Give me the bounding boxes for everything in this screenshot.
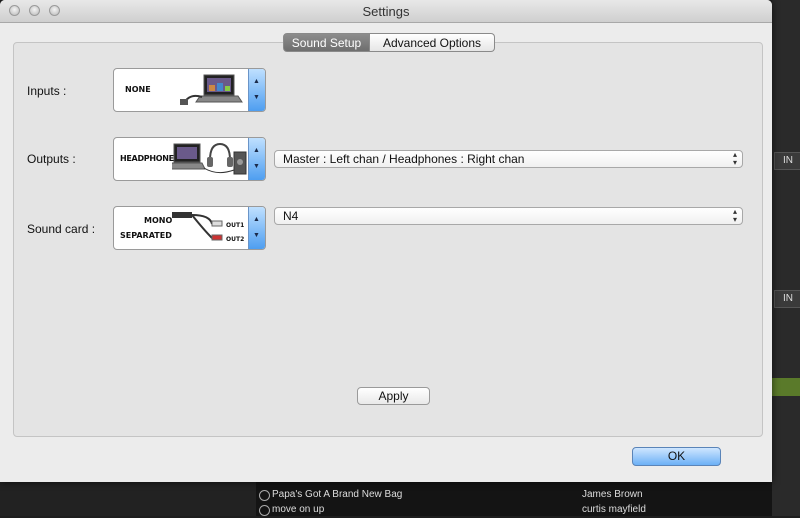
output-routing-value: Master : Left chan / Headphones : Right … [283, 152, 525, 166]
rca-cable-icon [172, 212, 223, 241]
outputs-stepper[interactable]: ▲ ▼ [248, 138, 265, 180]
select-arrows-icon: ▴ ▾ [732, 207, 737, 224]
out2-label: OUT2 [226, 236, 245, 243]
sound-card-picker-label-2: SEPARATED [120, 231, 172, 240]
cd-icon [259, 505, 270, 516]
apply-button[interactable]: Apply [357, 387, 430, 405]
laptop-icon [180, 74, 243, 105]
sound-card-value: N4 [283, 209, 299, 223]
inputs-stepper[interactable]: ▲ ▼ [248, 69, 265, 111]
chevron-up-icon[interactable]: ▲ [253, 78, 260, 85]
headphones-laptop-icon [172, 142, 247, 175]
ok-button[interactable]: OK [632, 447, 721, 466]
outputs-picker-label: HEADPHONES [120, 154, 180, 163]
outputs-label: Outputs : [27, 152, 76, 166]
chevron-down-icon[interactable]: ▼ [253, 163, 260, 170]
track-row[interactable]: Papa's Got A Brand New Bag James Brown [256, 489, 772, 503]
title-bar[interactable]: Settings [0, 0, 772, 23]
out1-label: OUT1 [226, 222, 245, 229]
sound-card-stepper[interactable]: ▲ ▼ [248, 207, 265, 249]
background-side-panel [772, 0, 800, 516]
tab-sound-setup[interactable]: Sound Setup [283, 33, 370, 52]
cd-icon [259, 490, 270, 501]
chevron-up-icon[interactable]: ▲ [253, 216, 260, 223]
background-level-meter [772, 378, 800, 396]
background-track-list: Papa's Got A Brand New Bag James Brown m… [256, 478, 772, 516]
sound-card-picker-label-1: MONO [144, 216, 173, 225]
settings-window: Settings Sound Setup Advanced Options In… [0, 0, 772, 482]
background-in-button-1[interactable]: IN [774, 152, 800, 170]
track-artist: curtis mayfield [582, 504, 646, 515]
sound-card-picker[interactable]: MONO SEPARATED OUT1 OUT2 ▲ ▼ [113, 206, 266, 250]
sound-card-select[interactable]: N4 ▴ ▾ [274, 207, 743, 225]
chevron-up-icon[interactable]: ▲ [253, 147, 260, 154]
track-title: Papa's Got A Brand New Bag [272, 489, 403, 500]
window-title: Settings [362, 4, 410, 19]
inputs-picker[interactable]: NONE ▲ ▼ [113, 68, 266, 112]
chevron-down-icon[interactable]: ▼ [253, 94, 260, 101]
background-in-button-2[interactable]: IN [774, 290, 800, 308]
sound-card-label: Sound card : [27, 222, 96, 236]
track-title: move on up [272, 504, 325, 515]
output-routing-select[interactable]: Master : Left chan / Headphones : Right … [274, 150, 743, 168]
inputs-picker-label: NONE [125, 85, 151, 94]
inputs-label: Inputs : [27, 84, 67, 98]
tab-bar: Sound Setup Advanced Options [283, 33, 495, 52]
outputs-picker[interactable]: HEADPHONES ▲ ▼ [113, 137, 266, 181]
tab-advanced-options[interactable]: Advanced Options [370, 33, 495, 52]
chevron-down-icon[interactable]: ▼ [253, 232, 260, 239]
track-artist: James Brown [582, 489, 643, 500]
select-arrows-icon: ▴ ▾ [732, 150, 737, 167]
